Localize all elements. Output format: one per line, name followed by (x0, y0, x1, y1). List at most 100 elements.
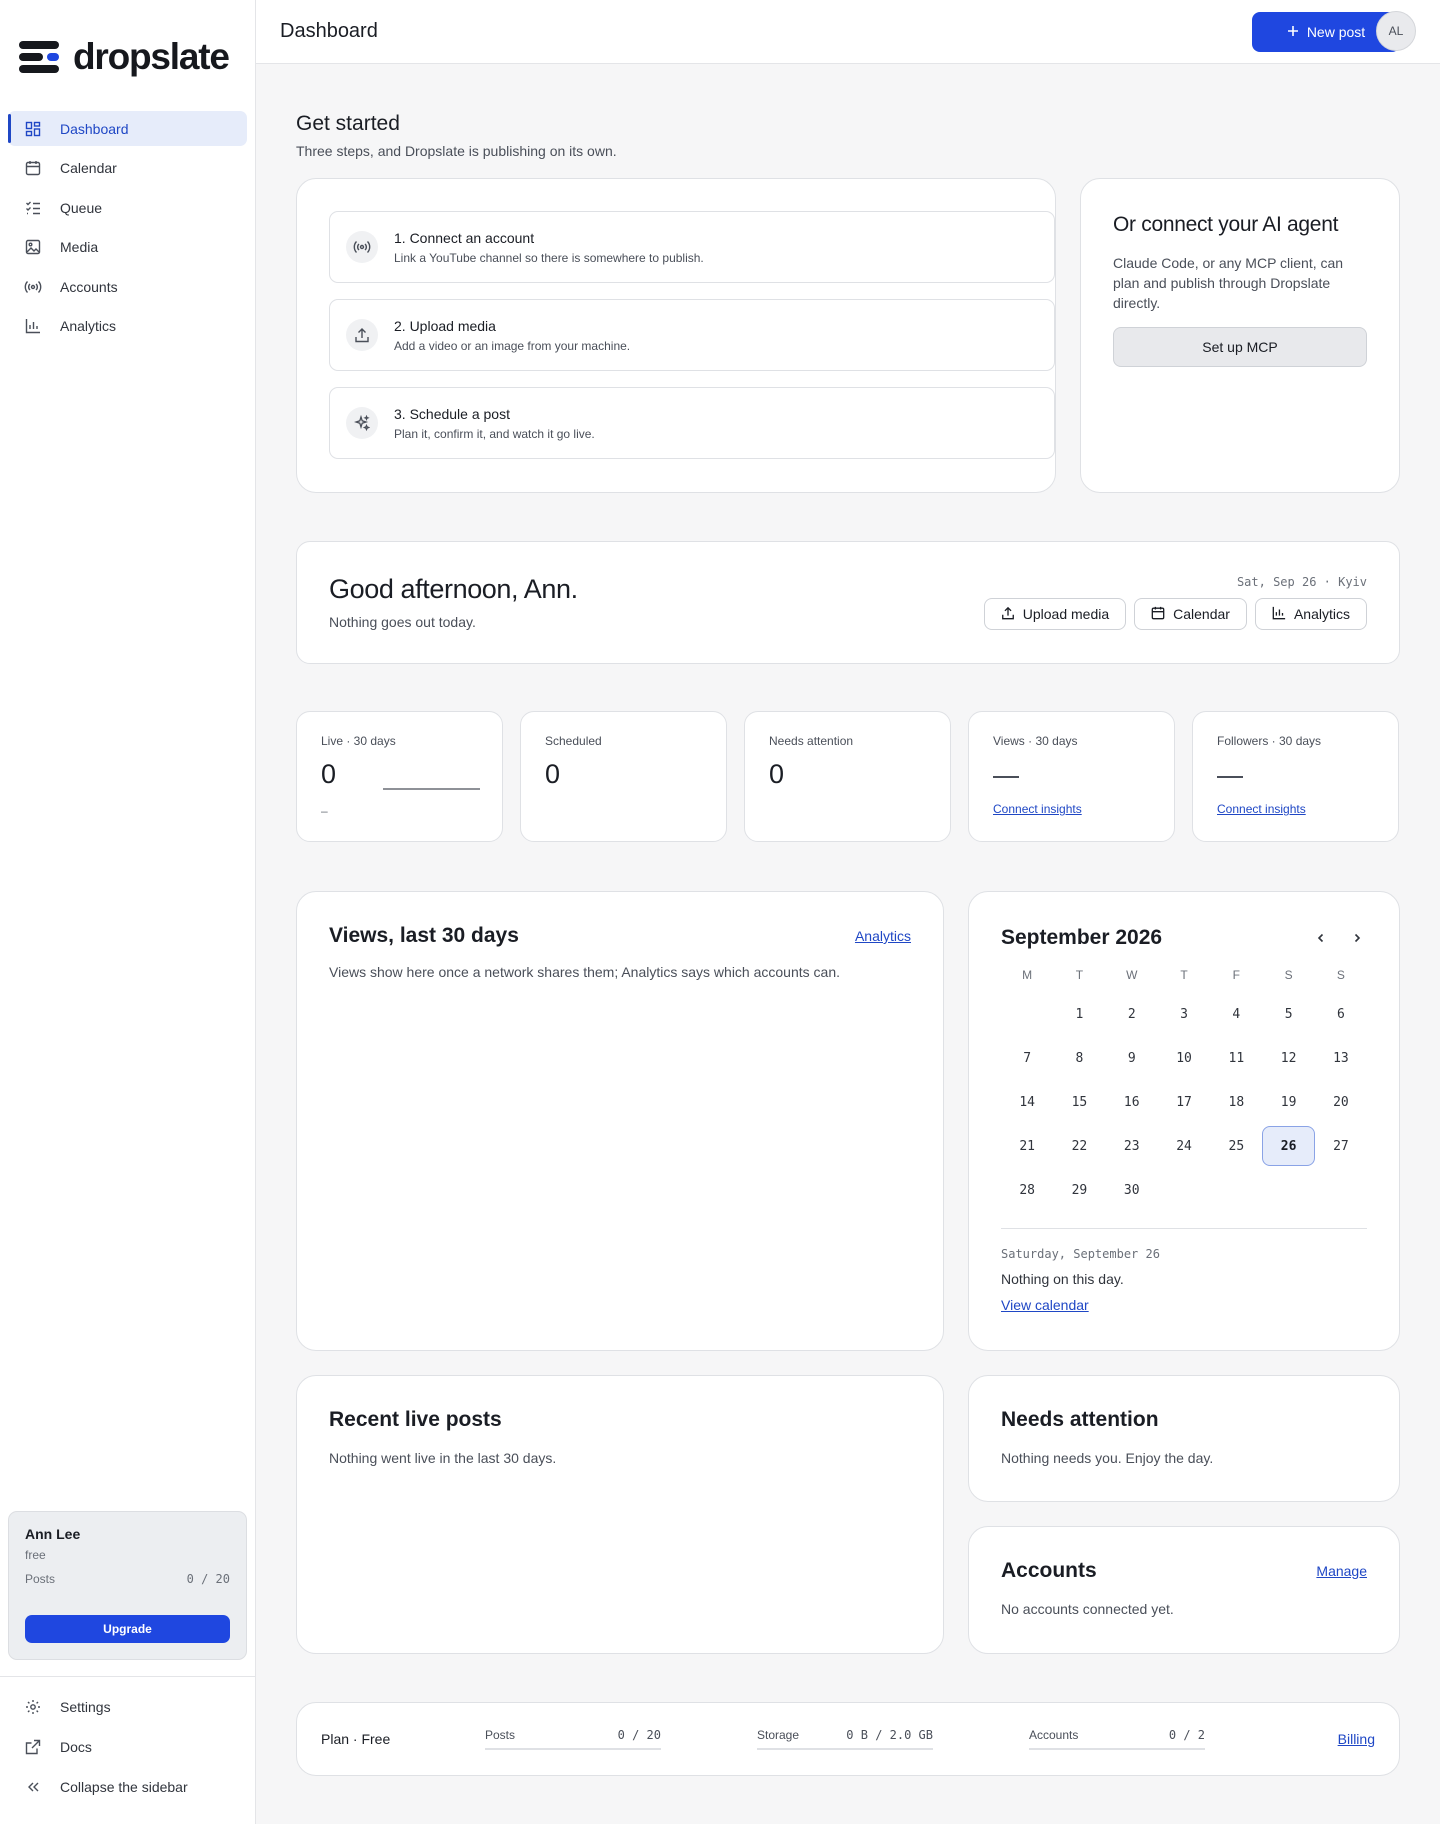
sidebar-item-label: Dashboard (60, 120, 129, 137)
calendar-button[interactable]: Calendar (1134, 598, 1247, 630)
sidebar-item-accounts[interactable]: Accounts (8, 269, 247, 304)
analytics-button[interactable]: Analytics (1254, 598, 1367, 630)
plan-usage-bar: Plan · Free Posts 0 / 20 Storage 0 B / 2… (296, 1702, 1400, 1776)
manage-accounts-link[interactable]: Manage (1316, 1563, 1367, 1579)
sidebar: dropslate Dashboard Calendar Queue Media (0, 0, 256, 1824)
get-started-subtitle: Three steps, and Dropslate is publishing… (296, 143, 617, 159)
calendar-day-today[interactable]: 26 (1262, 1126, 1315, 1166)
stat-label: Live · 30 days (321, 734, 396, 748)
step-connect-account[interactable]: 1. Connect an account Link a YouTube cha… (329, 211, 1055, 283)
usage-meter (757, 1748, 933, 1750)
upload-icon (1001, 606, 1015, 623)
selected-day-text: Nothing on this day. (1001, 1271, 1124, 1287)
chevron-left-icon[interactable] (1311, 928, 1331, 948)
sidebar-item-label: Queue (60, 199, 103, 216)
docs-link[interactable]: Docs (8, 1729, 248, 1765)
upload-media-button[interactable]: Upload media (983, 598, 1127, 630)
brand-logo[interactable]: dropslate (19, 36, 230, 78)
calendar-day[interactable]: 20 (1315, 1082, 1367, 1122)
stat-sub: – (321, 804, 328, 818)
recent-posts-empty-text: Nothing went live in the last 30 days. (329, 1450, 557, 1466)
views-title: Views, last 30 days (329, 924, 519, 947)
sidebar-item-calendar[interactable]: Calendar (8, 151, 247, 186)
calendar-day[interactable]: 5 (1262, 994, 1314, 1034)
sidebar-item-media[interactable]: Media (8, 230, 247, 265)
settings-link[interactable]: Settings (8, 1689, 248, 1725)
connect-insights-link[interactable]: Connect insights (993, 802, 1082, 816)
usage-label: Accounts (1029, 1728, 1079, 1742)
billing-link[interactable]: Billing (1338, 1731, 1375, 1747)
step-subtitle: Add a video or an image from your machin… (394, 338, 631, 353)
calendar-day[interactable]: 3 (1158, 994, 1210, 1034)
calendar-day[interactable]: 10 (1158, 1038, 1210, 1078)
connect-insights-link[interactable]: Connect insights (1217, 802, 1306, 816)
calendar-day[interactable]: 12 (1262, 1038, 1314, 1078)
user-posts-label: Posts (25, 1572, 56, 1586)
calendar-day[interactable]: 27 (1315, 1126, 1367, 1166)
step-upload-media[interactable]: 2. Upload media Add a video or an image … (329, 299, 1055, 371)
calendar-day[interactable]: 8 (1053, 1038, 1105, 1078)
calendar-card: September 2026 M T W T F S S 1 2 3 4 5 6 7 8 9 10 11 12 13 1… (968, 891, 1400, 1351)
calendar-day[interactable]: 29 (1053, 1170, 1105, 1210)
calendar-day[interactable]: 28 (1001, 1170, 1053, 1210)
analytics-link[interactable]: Analytics (855, 928, 911, 944)
calendar-day[interactable]: 15 (1053, 1082, 1105, 1122)
calendar-day[interactable]: 23 (1106, 1126, 1158, 1166)
calendar-day[interactable]: 6 (1315, 994, 1367, 1034)
calendar-icon (1151, 606, 1165, 623)
setup-mcp-button[interactable]: Set up MCP (1113, 327, 1367, 367)
page-title: Dashboard (280, 20, 378, 42)
calendar-day[interactable]: 11 (1210, 1038, 1262, 1078)
sidebar-item-dashboard[interactable]: Dashboard (8, 111, 247, 146)
get-started-heading: Get started Three steps, and Dropslate i… (296, 112, 617, 159)
image-icon (24, 238, 42, 256)
sparkline (383, 788, 480, 790)
sidebar-bottom-nav: Settings Docs Collapse the sidebar (0, 1676, 256, 1821)
calendar-day[interactable]: 7 (1001, 1038, 1053, 1078)
chevron-right-icon[interactable] (1347, 928, 1367, 948)
stat-label: Followers · 30 days (1217, 734, 1322, 748)
calendar-month: September 2026 (1001, 926, 1163, 949)
sidebar-item-analytics[interactable]: Analytics (8, 309, 247, 344)
weekday-header: F (1232, 968, 1240, 982)
calendar-icon (24, 159, 42, 177)
calendar-day[interactable]: 22 (1053, 1126, 1105, 1166)
calendar-day[interactable]: 13 (1315, 1038, 1367, 1078)
calendar-day[interactable]: 19 (1262, 1082, 1314, 1122)
greeting-date: Sat, Sep 26 · Kyiv (1236, 575, 1367, 589)
broadcast-icon (346, 231, 378, 263)
stat-label: Views · 30 days (993, 734, 1078, 748)
calendar-day[interactable]: 4 (1210, 994, 1262, 1034)
sidebar-nav: Dashboard Calendar Queue Media Accounts (8, 111, 247, 348)
calendar-day[interactable]: 18 (1210, 1082, 1262, 1122)
avatar[interactable]: AL (1376, 11, 1416, 51)
upgrade-button[interactable]: Upgrade (25, 1615, 230, 1643)
calendar-day[interactable]: 16 (1106, 1082, 1158, 1122)
calendar-day[interactable]: 1 (1053, 994, 1105, 1034)
bar-chart-icon (1272, 606, 1286, 623)
calendar-day[interactable]: 21 (1001, 1126, 1053, 1166)
recent-posts-title: Recent live posts (329, 1408, 502, 1431)
step-title: 2. Upload media (394, 317, 496, 334)
step-subtitle: Plan it, confirm it, and watch it go liv… (394, 426, 595, 441)
step-title: 3. Schedule a post (394, 405, 510, 422)
calendar-day[interactable]: 14 (1001, 1082, 1053, 1122)
calendar-day[interactable]: 25 (1210, 1126, 1262, 1166)
step-schedule-post[interactable]: 3. Schedule a post Plan it, confirm it, … (329, 387, 1055, 459)
sidebar-item-label: Calendar (60, 160, 117, 176)
step-subtitle: Link a YouTube channel so there is somew… (394, 250, 704, 265)
calendar-day[interactable]: 17 (1158, 1082, 1210, 1122)
calendar-day[interactable]: 24 (1158, 1126, 1210, 1166)
view-calendar-link[interactable]: View calendar (1001, 1297, 1089, 1313)
chevrons-left-icon (24, 1778, 42, 1796)
calendar-label: Calendar (1173, 606, 1230, 622)
plan-storage-usage: Storage 0 B / 2.0 GB (757, 1703, 933, 1775)
collapse-sidebar-button[interactable]: Collapse the sidebar (8, 1769, 248, 1805)
calendar-day[interactable]: 9 (1106, 1038, 1158, 1078)
mcp-card: Or connect your AI agent Claude Code, or… (1080, 178, 1400, 493)
quick-actions: Upload media Calendar Analytics (983, 598, 1367, 630)
usage-value: 0 / 2 (1168, 1728, 1205, 1742)
calendar-day[interactable]: 2 (1106, 994, 1158, 1034)
sidebar-item-queue[interactable]: Queue (8, 190, 247, 225)
calendar-day[interactable]: 30 (1106, 1170, 1158, 1210)
